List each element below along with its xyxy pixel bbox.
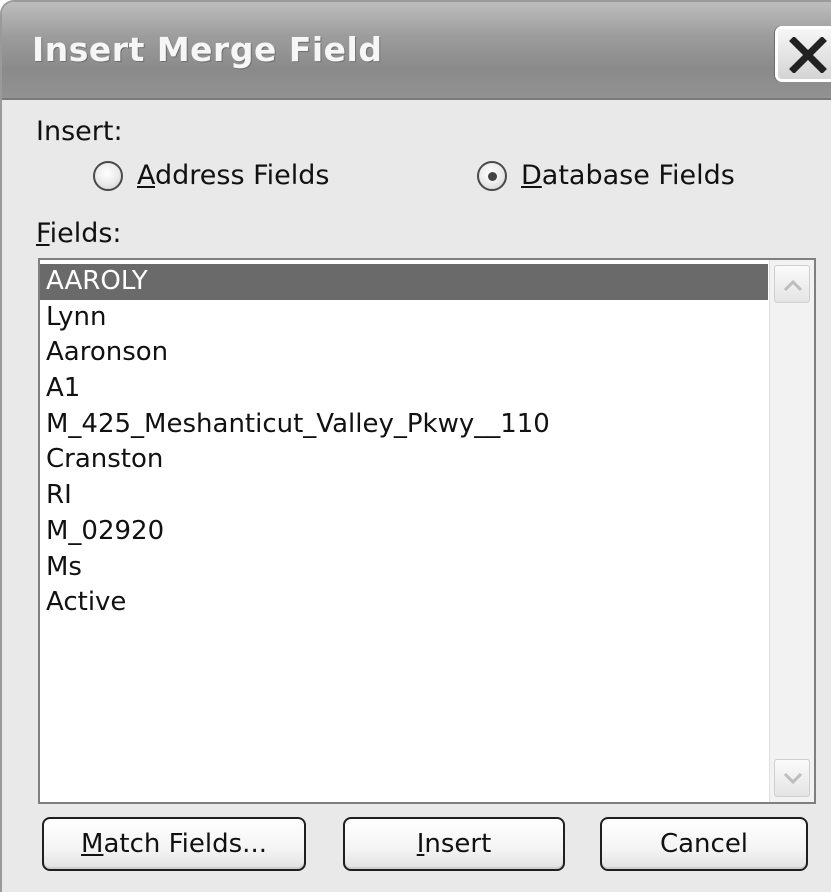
fields-listbox[interactable]: AAROLY Lynn Aaronson A1 M_425_Meshanticu… — [38, 258, 816, 804]
fields-list: AAROLY Lynn Aaronson A1 M_425_Meshanticu… — [40, 264, 768, 621]
vertical-scrollbar[interactable] — [769, 260, 814, 802]
list-item[interactable]: Active — [40, 585, 768, 621]
radio-database-fields-circle[interactable] — [477, 160, 507, 191]
title-bar[interactable]: Insert Merge Field — [2, 2, 831, 100]
list-item[interactable]: M_425_Meshanticut_Valley_Pkwy__110 — [40, 407, 768, 443]
list-item[interactable]: A1 — [40, 371, 768, 407]
close-icon — [789, 37, 827, 73]
list-item[interactable]: AAROLY — [40, 264, 768, 300]
match-fields-button[interactable]: Match Fields... — [42, 817, 306, 871]
scroll-down-button[interactable] — [774, 759, 810, 797]
radio-address-fields-circle[interactable] — [93, 160, 123, 191]
list-item[interactable]: RI — [40, 478, 768, 514]
radio-database-fields[interactable]: Database Fields — [477, 160, 735, 191]
cancel-button[interactable]: Cancel — [600, 817, 808, 871]
insert-group-label: Insert: — [36, 116, 123, 147]
insert-button[interactable]: Insert — [343, 817, 565, 871]
list-item[interactable]: Aaronson — [40, 335, 768, 371]
fields-label: Fields: — [36, 218, 122, 249]
scroll-up-button[interactable] — [774, 265, 810, 303]
radio-address-fields[interactable]: Address Fields — [93, 160, 330, 191]
window-title: Insert Merge Field — [32, 30, 383, 69]
list-item[interactable]: M_02920 — [40, 514, 768, 550]
list-item[interactable]: Cranston — [40, 442, 768, 478]
list-item[interactable]: Ms — [40, 550, 768, 586]
insert-merge-field-dialog: Insert Merge Field Insert: Address Field… — [0, 0, 831, 892]
radio-address-fields-label: Address Fields — [137, 160, 330, 191]
radio-database-fields-label: Database Fields — [521, 160, 735, 191]
chevron-up-icon — [783, 279, 803, 292]
list-item[interactable]: Lynn — [40, 300, 768, 336]
chevron-down-icon — [783, 772, 803, 785]
close-button[interactable] — [775, 26, 831, 82]
